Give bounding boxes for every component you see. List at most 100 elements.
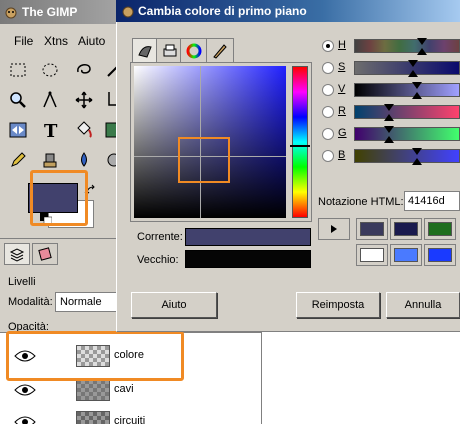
history-swatch[interactable] bbox=[424, 244, 456, 266]
eye-icon[interactable] bbox=[14, 415, 36, 424]
history-swatch[interactable] bbox=[424, 218, 456, 240]
cancel-button[interactable]: Annulla bbox=[386, 292, 460, 318]
channel-label-v: V bbox=[338, 83, 346, 95]
brushes-tab-icon[interactable] bbox=[32, 243, 58, 265]
picker-highlight bbox=[178, 137, 230, 183]
layer-name: circuiti bbox=[114, 415, 146, 424]
channel-b[interactable]: B bbox=[322, 146, 460, 168]
radio-h[interactable] bbox=[322, 40, 334, 52]
slider-marker-top bbox=[412, 148, 422, 155]
slider-marker-top bbox=[412, 82, 422, 89]
history-swatch[interactable] bbox=[390, 218, 422, 240]
hue-marker[interactable] bbox=[290, 145, 310, 147]
gimp-logo-icon bbox=[122, 6, 134, 18]
channel-r[interactable]: R bbox=[322, 102, 460, 124]
eye-icon[interactable] bbox=[14, 383, 36, 397]
svg-text:T: T bbox=[44, 121, 58, 140]
slider-marker bbox=[408, 70, 418, 77]
layer-row[interactable]: circuiti bbox=[0, 407, 262, 424]
hue-strip[interactable] bbox=[292, 66, 308, 218]
mode-label: Modalità: bbox=[8, 296, 53, 308]
old-color-label: Vecchio: bbox=[137, 254, 179, 266]
flip-icon[interactable] bbox=[6, 118, 30, 142]
reset-button-label: Reimposta bbox=[311, 299, 365, 311]
html-notation-value: 41416d bbox=[408, 195, 445, 207]
slider-bar-r[interactable] bbox=[354, 105, 460, 119]
reset-button[interactable]: Reimposta bbox=[296, 292, 380, 318]
history-swatch[interactable] bbox=[390, 244, 422, 266]
history-swatch[interactable] bbox=[356, 218, 388, 240]
rect-select-icon[interactable] bbox=[6, 58, 30, 82]
slider-marker bbox=[384, 114, 394, 121]
channel-label-s: S bbox=[338, 61, 346, 73]
bucket-fill-icon[interactable] bbox=[72, 118, 96, 142]
layer-thumbnail bbox=[76, 379, 110, 401]
slider-marker-top bbox=[417, 38, 427, 45]
channel-label-h: H bbox=[338, 39, 346, 51]
radio-r[interactable] bbox=[322, 106, 334, 118]
slider-bar-v[interactable] bbox=[354, 83, 460, 97]
tab-wheel-selector[interactable] bbox=[180, 38, 208, 62]
toolbox-title-bar[interactable]: The GIMP bbox=[0, 0, 135, 24]
layers-dock-tabs bbox=[0, 238, 135, 266]
history-swatch[interactable] bbox=[356, 244, 388, 266]
ellipse-select-icon[interactable] bbox=[38, 58, 62, 82]
magnify-icon[interactable] bbox=[6, 88, 30, 112]
radio-g[interactable] bbox=[322, 128, 334, 140]
slider-bar-g[interactable] bbox=[354, 127, 460, 141]
slider-marker-top bbox=[384, 126, 394, 133]
channel-g[interactable]: G bbox=[322, 124, 460, 146]
add-to-history-button[interactable] bbox=[318, 218, 350, 240]
radio-b[interactable] bbox=[322, 150, 334, 162]
channel-v[interactable]: V bbox=[322, 80, 460, 102]
gimp-logo-icon bbox=[5, 7, 17, 19]
clone-icon[interactable] bbox=[38, 148, 62, 172]
old-color-swatch bbox=[185, 250, 311, 268]
slider-marker bbox=[412, 92, 422, 99]
slider-marker bbox=[384, 136, 394, 143]
slider-bar-h[interactable] bbox=[354, 39, 460, 53]
layer-highlight bbox=[6, 331, 184, 381]
pencil-icon[interactable] bbox=[6, 148, 30, 172]
radio-s[interactable] bbox=[322, 62, 334, 74]
cancel-button-label: Annulla bbox=[404, 299, 442, 311]
channel-label-r: R bbox=[338, 105, 346, 117]
slider-marker-top bbox=[408, 60, 418, 67]
toolbox-title: The GIMP bbox=[22, 5, 78, 19]
html-notation-input[interactable]: 41416d bbox=[404, 191, 460, 211]
slider-marker bbox=[417, 48, 427, 55]
current-color-label: Corrente: bbox=[137, 231, 183, 243]
slider-bar-s[interactable] bbox=[354, 61, 460, 75]
text-tool-icon[interactable]: T bbox=[38, 118, 62, 142]
move-icon[interactable] bbox=[72, 88, 96, 112]
slider-marker-top bbox=[384, 104, 394, 111]
menu-file[interactable]: File bbox=[14, 34, 33, 48]
channel-s[interactable]: S bbox=[322, 58, 460, 80]
layers-label: Livelli bbox=[8, 276, 36, 288]
layers-tab-icon[interactable] bbox=[4, 243, 30, 265]
channel-label-g: G bbox=[338, 127, 347, 139]
menu-xtns[interactable]: Xtns bbox=[44, 34, 68, 48]
slider-marker bbox=[412, 158, 422, 165]
radio-v[interactable] bbox=[322, 84, 334, 96]
mode-value: Normale bbox=[60, 296, 102, 308]
html-notation-label: Notazione HTML: bbox=[318, 196, 404, 208]
layer-thumbnail bbox=[76, 411, 110, 424]
help-button-label: Aiuto bbox=[161, 299, 187, 311]
tab-watercolor-selector[interactable] bbox=[206, 38, 234, 62]
toolbox-menubar: File Xtns Aiuto bbox=[0, 32, 135, 50]
layer-name: cavi bbox=[114, 383, 134, 395]
slider-bar-b[interactable] bbox=[354, 149, 460, 163]
play-icon bbox=[331, 225, 337, 233]
fg-color-highlight bbox=[30, 170, 88, 226]
current-color-swatch bbox=[185, 228, 311, 246]
smudge-icon[interactable] bbox=[72, 148, 96, 172]
channel-label-b: B bbox=[338, 149, 346, 161]
help-button[interactable]: Aiuto bbox=[131, 292, 217, 318]
menu-aiuto[interactable]: Aiuto bbox=[78, 34, 105, 48]
lasso-icon[interactable] bbox=[72, 58, 96, 82]
dialog-title-bar[interactable]: Cambia colore di primo piano bbox=[116, 0, 460, 22]
path-icon[interactable] bbox=[38, 88, 62, 112]
channel-h[interactable]: H bbox=[322, 36, 460, 58]
dialog-title: Cambia colore di primo piano bbox=[138, 4, 307, 18]
